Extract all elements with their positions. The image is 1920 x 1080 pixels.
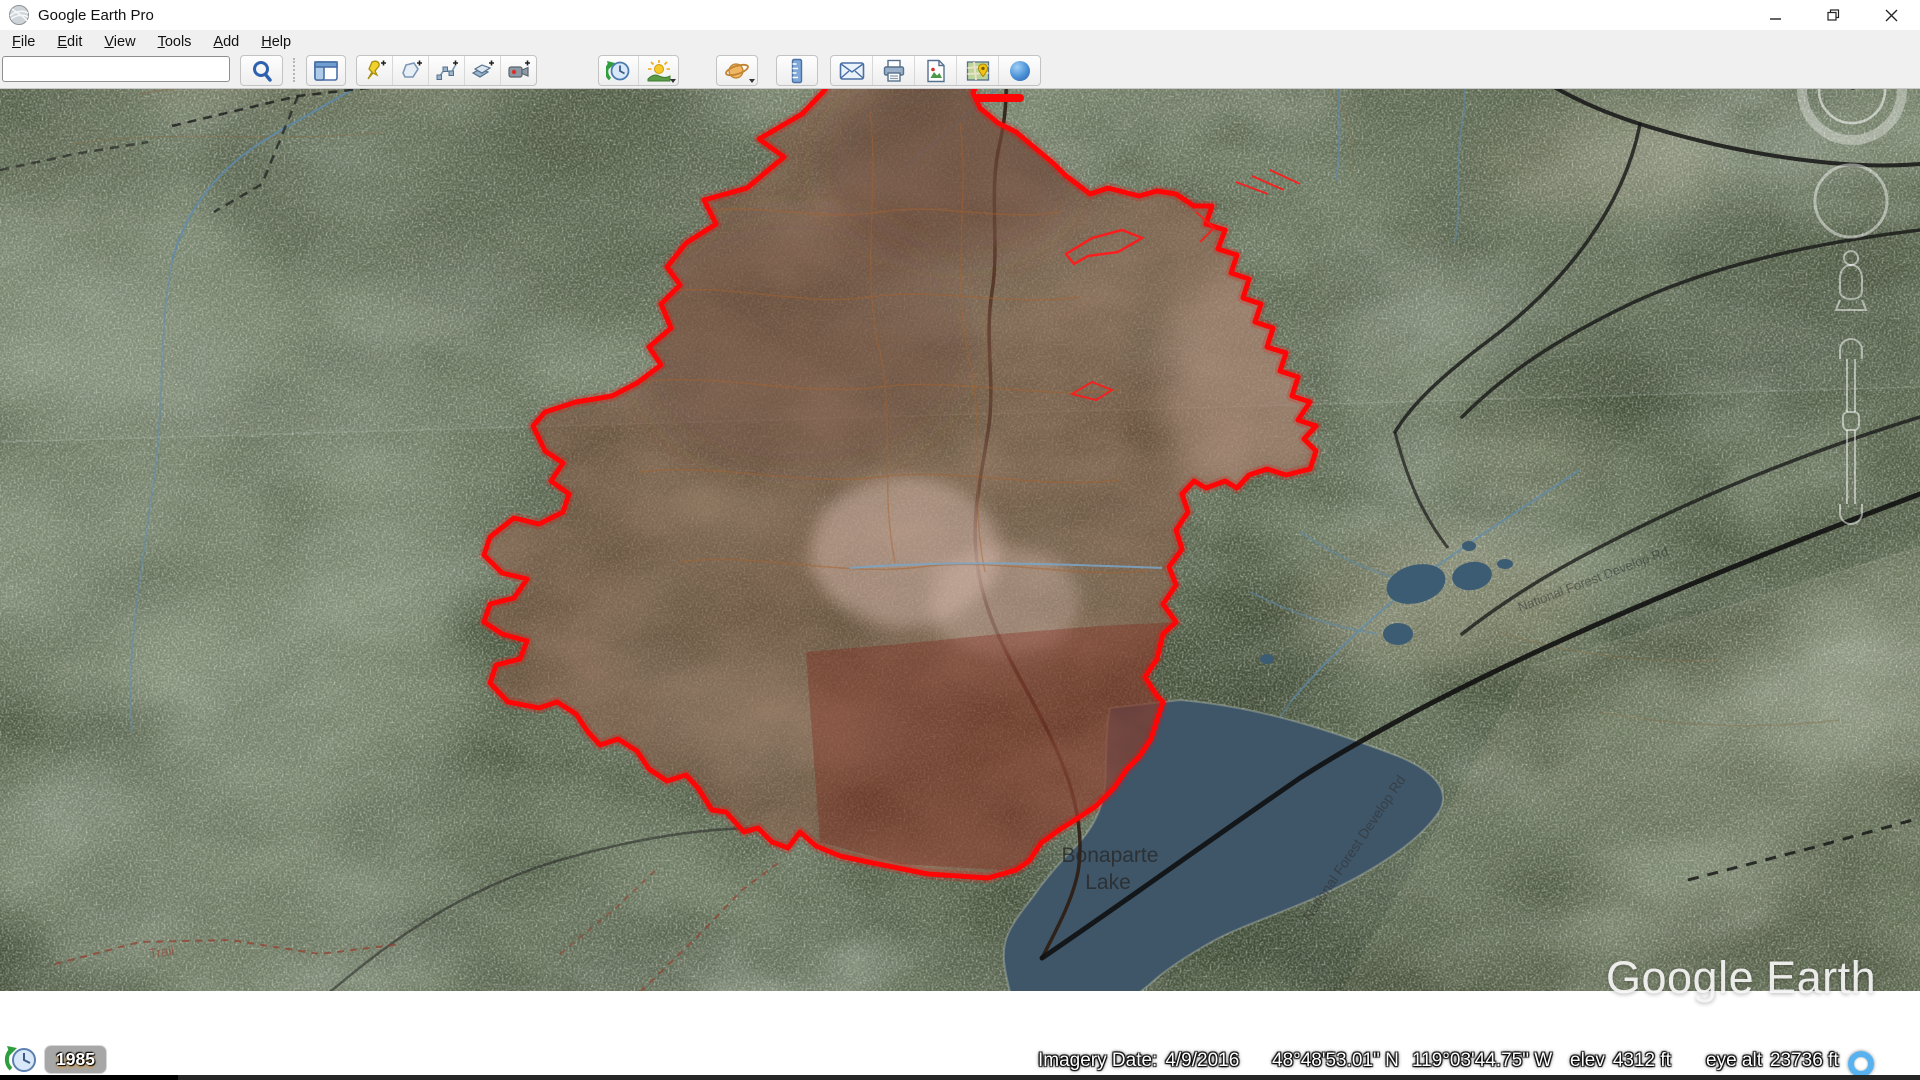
search-button[interactable] [241,56,282,85]
email-button[interactable] [831,56,872,85]
historical-clock-icon[interactable] [4,1042,40,1076]
ruler-button[interactable] [777,56,817,85]
time-badge[interactable]: 1985 [44,1045,107,1074]
elevation-value: 4312 ft [1613,1050,1671,1071]
magnifier-icon [250,59,274,83]
path-nodes-icon [435,59,459,83]
lake-label-line1: Bonaparte [1062,844,1159,867]
image-page-icon [925,59,947,83]
app-globe-icon [8,4,30,26]
toolbar-separator [293,58,295,82]
longitude-readout: 119°03'44.75" W [1412,1050,1552,1072]
record-tour-button[interactable] [500,56,536,85]
menu-edit[interactable]: Edit [47,32,92,52]
restore-button[interactable] [1804,0,1862,30]
print-button[interactable] [872,56,914,85]
add-polygon-button[interactable] [392,56,428,85]
envelope-icon [839,61,865,81]
sunlight-dropdown-arrow [670,79,676,83]
google-earth-watermark: GoogleEarth [1606,952,1876,1004]
toolbar [0,53,1920,89]
add-path-button[interactable] [428,56,464,85]
lake-label-line2: Lake [1085,871,1131,894]
menu-tools[interactable]: Tools [148,32,202,52]
camera-icon [507,59,531,83]
satellite-map: Bonaparte Lake National Forest Develop R… [0,89,1920,991]
map-viewport[interactable]: Bonaparte Lake National Forest Develop R… [0,89,1920,1080]
imagery-date: Imagery Date: 4/9/2016 [1038,1050,1239,1072]
search-input[interactable] [2,56,230,82]
add-image-overlay-button[interactable] [464,56,500,85]
saturn-icon [724,59,750,83]
imagery-date-label: Imagery Date: [1038,1050,1157,1071]
sidebar-panel-icon [314,61,338,81]
pushpin-icon [363,59,387,83]
window-title: Google Earth Pro [38,7,154,24]
watermark-earth: Earth [1766,952,1876,1003]
elevation-readout: elev 4312 ft [1570,1050,1671,1072]
menu-help[interactable]: Help [251,32,301,52]
menu-file[interactable]: File [2,32,45,52]
toggle-sidebar-button[interactable] [307,56,345,85]
menu-add[interactable]: Add [203,32,249,52]
minimize-button[interactable] [1746,0,1804,30]
bottom-edge-strip [0,1075,1920,1080]
add-placemark-button[interactable] [357,56,392,85]
elevation-label: elev [1570,1050,1605,1071]
printer-icon [882,59,906,83]
polygon-icon [399,59,423,83]
sun-icon [646,59,672,83]
menu-view[interactable]: View [94,32,145,52]
blue-sphere-icon [1008,59,1032,83]
streaming-indicator-icon [1848,1051,1874,1077]
ruler-icon [787,58,807,84]
eye-altitude-label: eye alt [1706,1050,1762,1071]
clock-history-icon [606,59,632,83]
latitude-readout: 48°48'53.01" N [1272,1050,1399,1072]
eye-altitude-value: 23736 ft [1770,1050,1839,1071]
titlebar: Google Earth Pro [0,0,1920,30]
imagery-date-value: 4/9/2016 [1165,1050,1239,1071]
view-in-maps-button[interactable] [956,56,998,85]
map-pin-icon [966,60,990,82]
planets-button[interactable] [717,56,757,85]
globe-button[interactable] [998,56,1040,85]
eye-altitude-readout: eye alt 23736 ft [1706,1050,1839,1072]
planets-dropdown-arrow [749,79,755,83]
watermark-google: Google [1606,952,1754,1003]
time-indicator: 1985 [4,1042,107,1076]
menubar: File Edit View Tools Add Help [0,30,1920,53]
save-image-button[interactable] [914,56,956,85]
close-button[interactable] [1862,0,1920,30]
sunlight-button[interactable] [638,56,678,85]
overlay-icon [471,59,495,83]
google-earth-window: Bonaparte Lake National Forest Develop R… [0,0,1920,1080]
historical-imagery-button[interactable] [599,56,638,85]
